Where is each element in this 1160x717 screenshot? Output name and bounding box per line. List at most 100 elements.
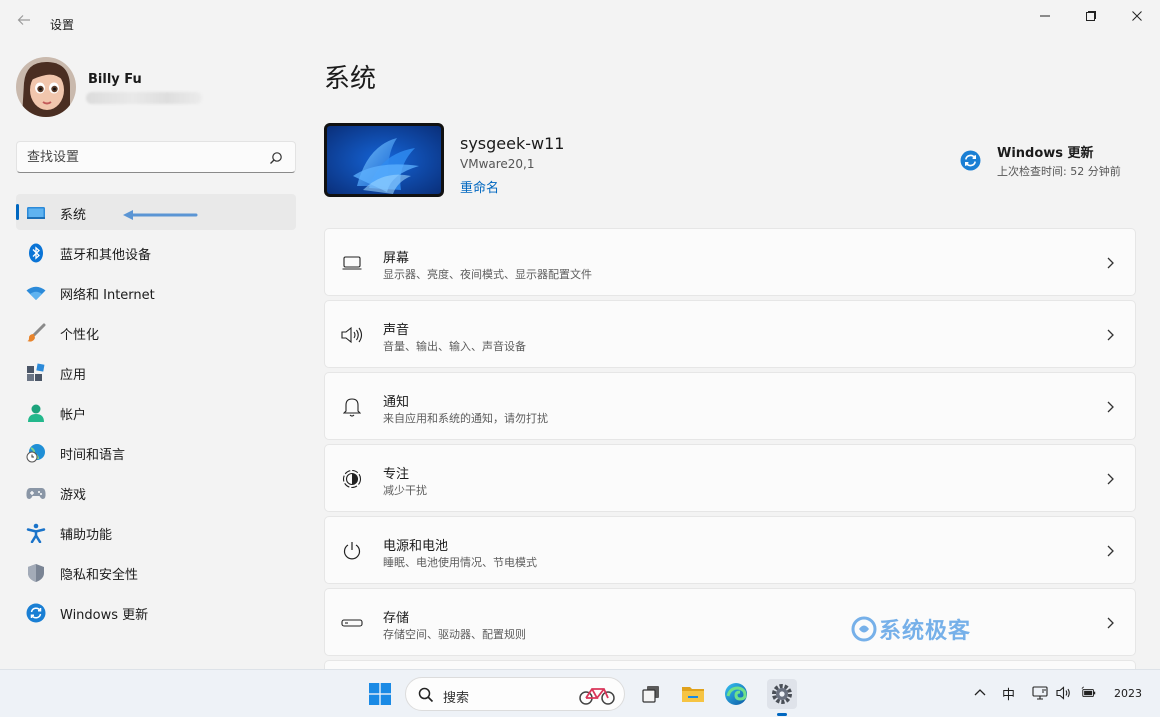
network-status-icon[interactable]	[1032, 685, 1048, 705]
page-title: 系统	[324, 64, 377, 94]
ime-indicator[interactable]: 中	[1002, 684, 1015, 703]
sidebar-item-label: 帐户	[60, 408, 87, 423]
accessibility-icon	[26, 523, 46, 543]
update-icon	[26, 603, 46, 623]
maximize-icon[interactable]	[1068, 0, 1114, 32]
focus-icon	[341, 469, 363, 489]
card-subtitle: 来自应用和系统的通知，请勿打扰	[383, 412, 548, 425]
search-input[interactable]	[27, 142, 267, 172]
taskbar: 搜索 中 2023	[0, 669, 1160, 717]
chevron-right-icon	[1107, 401, 1114, 413]
monitor-icon	[341, 253, 363, 273]
card-storage[interactable]: 存储 存储空间、驱动器、配置规则	[324, 588, 1136, 656]
wifi-icon	[26, 283, 46, 303]
taskbar-search[interactable]: 搜索	[405, 677, 625, 711]
search-box[interactable]	[16, 141, 296, 173]
sidebar-item-label: 时间和语言	[60, 448, 126, 463]
chevron-up-icon[interactable]	[972, 685, 988, 705]
apps-icon	[26, 363, 46, 383]
sidebar-item-time-language[interactable]: 时间和语言	[16, 434, 296, 470]
card-title: 存储	[383, 611, 410, 626]
person-icon	[26, 403, 46, 423]
device-thumbnail	[324, 123, 444, 197]
search-icon	[418, 687, 434, 703]
sidebar-item-privacy[interactable]: 隐私和安全性	[16, 554, 296, 590]
chevron-right-icon	[1107, 329, 1114, 341]
sidebar-item-bluetooth[interactable]: 蓝牙和其他设备	[16, 234, 296, 270]
settings-card-list: 屏幕 显示器、亮度、夜间模式、显示器配置文件 声音 音量、输出、输入、声音设备 …	[324, 228, 1136, 674]
sidebar-item-label: 隐私和安全性	[60, 568, 139, 583]
card-subtitle: 存储空间、驱动器、配置规则	[383, 628, 526, 641]
file-explorer-icon[interactable]	[678, 679, 708, 709]
active-indicator	[16, 204, 19, 220]
sync-icon[interactable]	[960, 150, 981, 171]
update-subtitle: 上次检查时间: 52 分钟前	[997, 165, 1121, 178]
sidebar-item-label: 个性化	[60, 328, 100, 343]
chevron-right-icon	[1107, 473, 1114, 485]
storage-icon	[341, 613, 363, 633]
chevron-right-icon	[1107, 257, 1114, 269]
task-view-icon[interactable]	[636, 679, 666, 709]
card-notifications[interactable]: 通知 来自应用和系统的通知，请勿打扰	[324, 372, 1136, 440]
sidebar-item-label: 系统	[60, 208, 87, 223]
sidebar-item-label: 游戏	[60, 488, 87, 503]
sidebar-item-personalization[interactable]: 个性化	[16, 314, 296, 350]
settings-icon[interactable]	[767, 679, 797, 709]
active-app-indicator	[777, 713, 787, 716]
card-title: 通知	[383, 395, 410, 410]
device-name: sysgeek-w11	[460, 134, 565, 153]
sidebar-item-label: 蓝牙和其他设备	[60, 248, 152, 263]
brush-icon	[26, 323, 46, 343]
sidebar-item-accounts[interactable]: 帐户	[16, 394, 296, 430]
sidebar-item-windows-update[interactable]: Windows 更新	[16, 594, 296, 630]
speaker-icon	[341, 325, 363, 345]
sidebar-item-label: 辅助功能	[60, 528, 113, 543]
display-icon	[26, 203, 46, 223]
card-sound[interactable]: 声音 音量、输出、输入、声音设备	[324, 300, 1136, 368]
bell-icon	[341, 397, 363, 417]
sidebar-item-apps[interactable]: 应用	[16, 354, 296, 390]
minimize-icon[interactable]	[1022, 0, 1068, 32]
user-email-blurred	[86, 92, 202, 104]
sidebar-item-label: 网络和 Internet	[60, 288, 155, 303]
bluetooth-icon	[26, 243, 46, 263]
close-icon[interactable]	[1114, 0, 1160, 32]
card-title: 专注	[383, 467, 410, 482]
card-title: 声音	[383, 323, 410, 338]
sidebar-item-label: 应用	[60, 368, 87, 383]
watermark-logo-icon	[851, 616, 877, 642]
annotation-arrow	[123, 210, 198, 220]
search-icon[interactable]	[269, 151, 283, 165]
sidebar-item-accessibility[interactable]: 辅助功能	[16, 514, 296, 550]
card-subtitle: 睡眠、电池使用情况、节电模式	[383, 556, 537, 569]
shield-icon	[26, 563, 46, 583]
power-icon	[341, 541, 363, 561]
update-title[interactable]: Windows 更新	[997, 142, 1094, 161]
avatar[interactable]	[16, 57, 76, 117]
card-title: 电源和电池	[383, 539, 449, 554]
battery-icon[interactable]	[1081, 685, 1097, 705]
user-name: Billy Fu	[88, 72, 142, 87]
card-power[interactable]: 电源和电池 睡眠、电池使用情况、节电模式	[324, 516, 1136, 584]
card-subtitle: 显示器、亮度、夜间模式、显示器配置文件	[383, 268, 592, 281]
card-display[interactable]: 屏幕 显示器、亮度、夜间模式、显示器配置文件	[324, 228, 1136, 296]
taskbar-search-label: 搜索	[443, 691, 470, 706]
sidebar-item-gaming[interactable]: 游戏	[16, 474, 296, 510]
globe-clock-icon	[26, 443, 46, 463]
volume-icon[interactable]	[1056, 685, 1072, 705]
card-focus[interactable]: 专注 减少干扰	[324, 444, 1136, 512]
edge-icon[interactable]	[721, 679, 751, 709]
card-subtitle: 减少干扰	[383, 484, 427, 497]
title-bar: 设置	[0, 0, 1160, 48]
watermark: 系统极客	[851, 613, 971, 645]
back-arrow-icon[interactable]	[14, 12, 34, 32]
chevron-right-icon	[1107, 617, 1114, 629]
card-subtitle: 音量、输出、输入、声音设备	[383, 340, 526, 353]
rename-link[interactable]: 重命名	[460, 177, 499, 196]
card-title: 屏幕	[383, 251, 410, 266]
sidebar-item-label: Windows 更新	[60, 608, 149, 623]
start-icon[interactable]	[369, 683, 391, 705]
watermark-text: 系统极客	[879, 619, 972, 644]
clock-year[interactable]: 2023	[1114, 687, 1142, 700]
sidebar-item-network[interactable]: 网络和 Internet	[16, 274, 296, 310]
